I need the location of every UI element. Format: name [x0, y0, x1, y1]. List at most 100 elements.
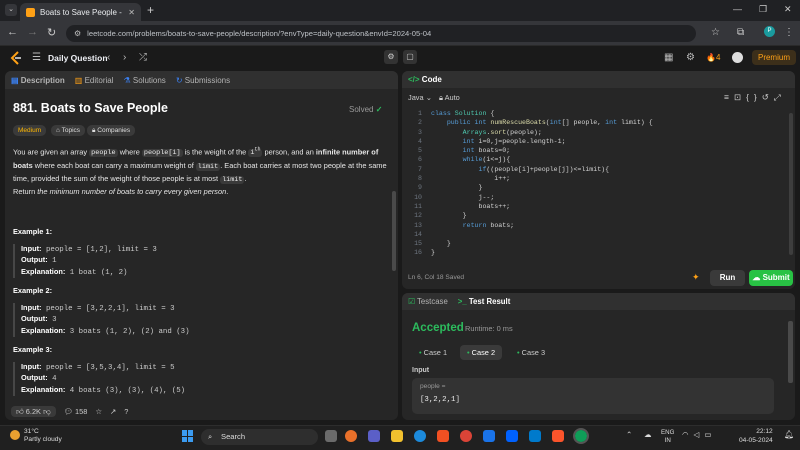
app-icon[interactable] [483, 430, 495, 442]
inline-code: ith [248, 147, 263, 158]
code-editor[interactable]: class Solution { public int numRescueBoa… [431, 109, 653, 258]
format-icon[interactable]: ≡ [724, 92, 734, 102]
comment-icon: 💬︎ [63, 406, 76, 416]
language-indicator[interactable]: ENG IN [661, 429, 674, 444]
daily-question-link[interactable]: Daily Question [48, 53, 108, 63]
forward-icon[interactable]: → [27, 26, 38, 38]
favorite-star-icon[interactable]: ☆ [95, 407, 102, 416]
next-problem-icon[interactable]: › [123, 52, 126, 63]
vscode-icon[interactable] [529, 430, 541, 442]
hint-icon[interactable]: ✦ [692, 272, 700, 283]
extensions-icon[interactable]: ⧉ [737, 27, 744, 38]
fullscreen-icon[interactable]: ⤢ [774, 92, 786, 102]
dropbox-icon[interactable] [506, 430, 518, 442]
code-line: if((people[i]+people[j])<=limit){ [478, 165, 610, 173]
result-scrollbar[interactable] [788, 321, 793, 383]
premium-button[interactable]: Premium [752, 50, 796, 65]
input-label: Input: [21, 362, 42, 371]
leetcode-logo-icon[interactable] [10, 51, 22, 65]
description-scrollbar[interactable] [392, 191, 396, 271]
tab-editorial[interactable]: ▥ Editorial [75, 76, 114, 85]
settings-gear-icon[interactable]: ⚙ [686, 52, 695, 63]
close-window-icon[interactable]: ✕ [784, 4, 792, 15]
firefox-icon[interactable] [345, 430, 357, 442]
bookmark-star-icon[interactable]: ☆ [711, 27, 720, 38]
problem-list-icon[interactable]: ☰ [32, 52, 41, 63]
notes-icon[interactable]: ▢ [403, 50, 417, 64]
teams-icon[interactable] [368, 430, 380, 442]
desc-text: where each boat can carry a maximum weig… [32, 160, 196, 170]
case-tab-3[interactable]: • Case 3 [510, 345, 552, 360]
help-icon[interactable]: ? [124, 407, 128, 416]
tab-submissions[interactable]: ↻ Submissions [176, 76, 230, 85]
chrome-icon[interactable] [460, 430, 472, 442]
maximize-icon[interactable]: ❐ [759, 4, 767, 15]
brave-icon[interactable] [552, 430, 564, 442]
solved-status: Solved ✓ [349, 105, 382, 114]
debug-icon[interactable]: ⚙ [384, 50, 398, 64]
topics-tag[interactable]: ⌂ Topics [51, 125, 86, 136]
code-panel-header: </> Code [402, 71, 795, 88]
task-view-icon[interactable] [325, 430, 337, 442]
output-value: 4 [52, 375, 57, 384]
input-variable-name: people = [420, 383, 446, 390]
comments-button[interactable]: 💬︎ 158 [64, 407, 88, 416]
new-tab-icon[interactable]: + [147, 3, 154, 17]
user-avatar[interactable] [732, 52, 743, 63]
back-icon[interactable]: ← [7, 26, 18, 38]
close-tab-icon[interactable]: ✕ [128, 8, 135, 17]
language-select[interactable]: Java ⌄ [408, 93, 432, 102]
problem-title[interactable]: 881. Boats to Save People [13, 101, 168, 115]
file-explorer-icon[interactable] [391, 430, 403, 442]
case-tab-1[interactable]: • Case 1 [412, 345, 454, 360]
submit-button[interactable]: ☁ Submit [749, 270, 793, 286]
notifications-bell-icon[interactable]: 🔔︎ [784, 430, 794, 439]
solved-label: Solved [349, 105, 374, 114]
minimize-icon[interactable]: — [733, 4, 742, 14]
code-scrollbar[interactable] [789, 113, 793, 255]
auto-mode-toggle[interactable]: 🔒︎ Auto [439, 93, 460, 103]
layout-icon[interactable]: ▦ [664, 52, 673, 63]
wifi-icon: ◠ [682, 430, 694, 439]
like-button[interactable]: 👍︎ 6.2K 👎︎ [11, 405, 56, 417]
system-tray-chevron-icon[interactable]: ⌃ [626, 430, 632, 439]
language-bottom: IN [664, 436, 671, 444]
companies-tag[interactable]: 🔒︎ Companies [87, 125, 136, 136]
tab-solutions[interactable]: ⚗ Solutions [123, 76, 165, 85]
tab-description[interactable]: ▤ Description [11, 76, 65, 85]
weather-widget[interactable]: 31°C Partly cloudy [24, 428, 62, 444]
example-output: Output: 3 [21, 314, 383, 325]
site-info-icon[interactable]: ⚙ [74, 29, 81, 38]
profile-avatar[interactable]: P [764, 26, 775, 37]
tab-testcase[interactable]: ☑ Testcase [408, 297, 448, 306]
streak-counter[interactable]: 🔥4 [706, 53, 720, 62]
reset-icon[interactable]: ↺ [762, 92, 774, 102]
solutions-icon: ⚗ [123, 75, 133, 85]
superscript: th [254, 147, 261, 153]
cloud-sync-icon[interactable]: ☁ [644, 430, 652, 439]
windows-start-icon[interactable] [182, 430, 194, 442]
prev-problem-icon[interactable]: ‹ [107, 52, 110, 63]
taskbar-search[interactable]: ⌕ Search [201, 429, 318, 445]
reload-icon[interactable]: ↻ [47, 26, 56, 39]
address-bar[interactable]: ⚙ leetcode.com/problems/boats-to-save-pe… [66, 25, 696, 42]
bookmark-icon[interactable]: ⊡ [734, 92, 746, 102]
tab-search-icon[interactable]: ⌄ [5, 4, 17, 16]
code-line: class Solution { [431, 110, 495, 117]
edge-icon[interactable] [414, 430, 426, 442]
quick-settings[interactable]: ◠◁▭ [682, 430, 716, 439]
browser-tab[interactable]: Boats to Save People - LeetCode ✕ [20, 3, 141, 21]
braces-icon[interactable]: {} [746, 92, 762, 102]
tab-test-result[interactable]: >_ Test Result [458, 297, 511, 306]
chrome-active-icon[interactable] [573, 428, 589, 444]
run-button[interactable]: Run [710, 270, 745, 286]
return-post: . [226, 187, 229, 196]
taskbar-clock[interactable]: 22:12 04-05-2024 [739, 428, 773, 445]
case-tab-2[interactable]: • Case 2 [460, 345, 503, 360]
thumbs-down-icon[interactable]: 👎︎ [43, 407, 51, 416]
browser-menu-icon[interactable]: ⋮ [784, 27, 794, 38]
shuffle-icon[interactable]: ⤮ [139, 52, 147, 63]
microsoft-store-icon[interactable] [437, 430, 449, 442]
share-icon[interactable]: ↗ [110, 407, 116, 416]
